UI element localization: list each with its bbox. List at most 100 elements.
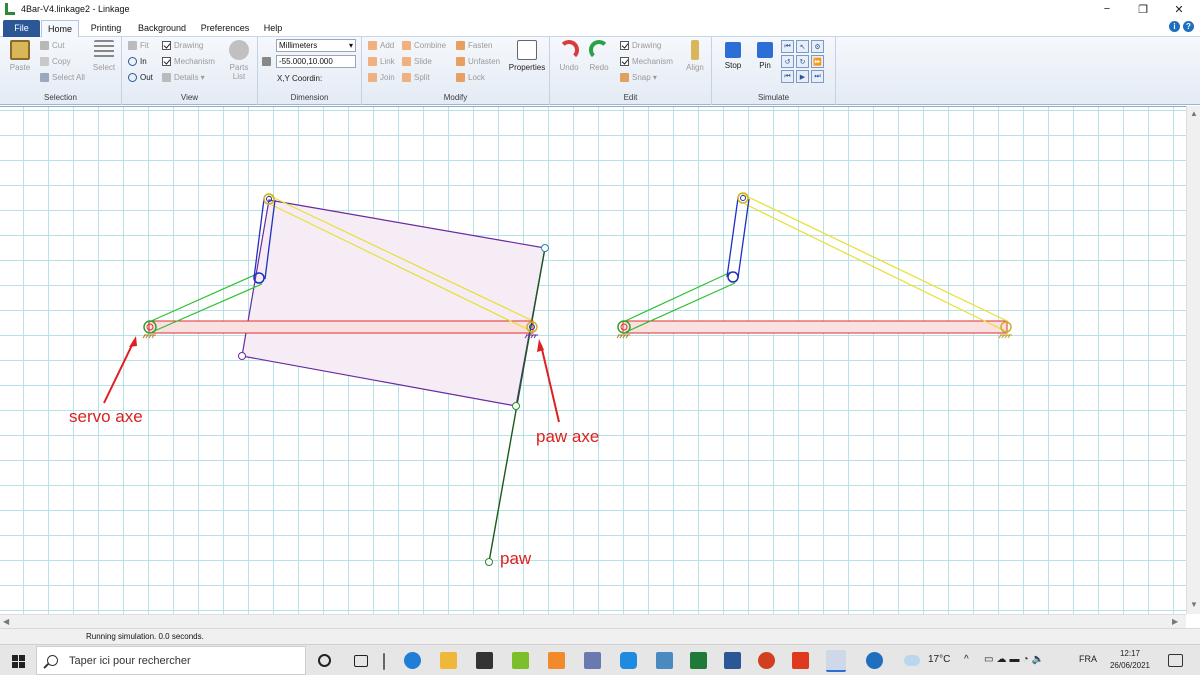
coupler-link-copy[interactable] [741,193,1008,332]
pin-button[interactable]: Pin [752,40,778,70]
keyboard-language[interactable]: FRA [1079,654,1097,664]
split-button[interactable]: Split [402,73,430,82]
taskbar-clock[interactable]: 12:17 26/06/2021 [1105,648,1155,672]
fasten-button[interactable]: Fasten [456,41,492,50]
tab-printing[interactable]: Printing [86,20,126,37]
plate-corner-joint[interactable] [238,352,246,360]
windows-start-icon[interactable] [12,655,25,668]
link-button[interactable]: Link [368,57,395,66]
tab-preferences[interactable]: Preferences [198,20,252,37]
scroll-up-icon[interactable]: ▲ [1190,109,1198,118]
powerpoint-icon[interactable] [758,652,775,669]
question-icon[interactable]: ? [1183,21,1194,32]
sim-reset-icon[interactable]: ↺ [781,55,794,68]
weather-icon [904,655,920,666]
store-icon[interactable] [476,652,493,669]
word-icon[interactable] [724,652,741,669]
cut-button[interactable]: Cut [40,41,64,50]
snap-icon [620,73,629,82]
office-icon[interactable] [792,652,809,669]
select-button[interactable]: Select [90,40,118,72]
align-button[interactable]: Align [682,40,708,72]
unit-select[interactable]: Millimeters [276,39,356,52]
plate-corner-joint[interactable] [512,402,520,410]
vertical-scrollbar[interactable]: ▲ ▼ [1186,106,1200,614]
app-icon-tools[interactable] [584,652,601,669]
sim-repeat-icon[interactable]: ↻ [796,55,809,68]
status-bar: Running simulation. 0.0 seconds. [0,628,1200,644]
scroll-down-icon[interactable]: ▼ [1190,600,1198,609]
crank-rocker-joint-copy[interactable] [727,271,739,283]
view-drawing-checkbox[interactable]: Drawing [162,41,203,50]
app-icon-orange[interactable] [548,652,565,669]
help-taskbar-icon[interactable] [866,652,883,669]
plate-body[interactable] [241,199,546,407]
join-button[interactable]: Join [368,73,395,82]
edit-mechanism-checkbox[interactable]: Mechanism [620,57,673,66]
weather-temperature[interactable]: 17°C [928,654,950,665]
linkage-taskbar-icon[interactable] [826,650,846,672]
minimize-button[interactable]: − [1090,0,1124,18]
undo-button[interactable]: Undo [556,40,582,72]
task-view-icon[interactable] [354,655,368,667]
slide-button[interactable]: Slide [402,57,432,66]
tray-system-icons[interactable]: ▭☁▬◔🔈 [984,654,1047,665]
scroll-left-icon[interactable]: ◀ [3,617,9,626]
window-title: 4Bar-V4.linkage2 - Linkage [21,4,130,14]
sim-play-icon[interactable]: ▶ [796,70,809,83]
restore-button[interactable]: ❐ [1126,0,1160,18]
close-button[interactable]: ✕ [1162,0,1196,18]
app-icon-green[interactable] [512,652,529,669]
select-all-button[interactable]: Select All [40,73,85,82]
mechanism-canvas[interactable]: servo axe paw axe paw [0,106,1186,614]
sim-cursor-icon[interactable]: ↖ [796,40,809,53]
add-button[interactable]: Add [368,41,394,50]
ground-link-copy[interactable] [622,320,1008,334]
taskbar-search-box[interactable]: Taper ici pour rechercher [36,646,306,675]
plate-corner-joint[interactable] [541,244,549,252]
sim-first-frame-icon[interactable]: ⏮ [781,70,794,83]
details-dropdown[interactable]: Details ▾ [162,73,205,82]
excel-icon[interactable] [690,652,707,669]
notification-icon[interactable] [1168,654,1183,667]
rocker-link-copy[interactable] [726,197,750,279]
info-icon[interactable]: i [1169,21,1180,32]
horizontal-scrollbar[interactable]: ◀ ▶ [0,614,1186,628]
sim-options-icon[interactable]: ⚙ [811,40,824,53]
edit-drawing-checkbox[interactable]: Drawing [620,41,661,50]
combine-button[interactable]: Combine [402,41,446,50]
sim-step-back-icon[interactable]: ⏮ [781,40,794,53]
sim-fast-forward-icon[interactable]: ⏩ [811,55,824,68]
tab-help[interactable]: Help [260,20,286,37]
sim-last-frame-icon[interactable]: ⏭ [811,70,824,83]
view-mechanism-checkbox[interactable]: Mechanism [162,57,215,66]
copy-button[interactable]: Copy [40,57,71,66]
tab-home[interactable]: Home [41,20,79,37]
right-mechanism [616,192,1012,339]
app-icon-pen[interactable] [656,652,673,669]
cortana-icon[interactable] [318,654,331,667]
stop-button[interactable]: Stop [720,40,746,70]
snap-dropdown[interactable]: Snap ▾ [620,73,657,82]
zoom-in-button[interactable]: In [128,57,147,66]
edge-browser-icon[interactable] [404,652,421,669]
redo-button[interactable]: Redo [586,40,612,72]
unfasten-button[interactable]: Unfasten [456,57,500,66]
parts-list-button[interactable]: Parts List [224,40,254,81]
paw-tip-joint[interactable] [485,558,493,566]
tab-background[interactable]: Background [134,20,190,37]
file-explorer-icon[interactable] [440,652,457,669]
fit-button[interactable]: Fit [128,41,149,50]
coordinate-input[interactable]: -55.000,10.000 [276,55,356,68]
paste-button[interactable]: Paste [6,40,34,72]
add-icon [368,41,377,50]
app-icon-blue[interactable] [620,652,637,669]
properties-button[interactable]: Properties [506,40,548,72]
tab-file[interactable]: File [3,20,40,37]
zoom-out-button[interactable]: Out [128,73,153,82]
ground-link[interactable] [148,320,534,334]
scroll-right-icon[interactable]: ▶ [1172,617,1178,626]
tray-overflow-icon[interactable]: ^ [964,654,969,665]
lock-icon [456,73,465,82]
lock-button[interactable]: Lock [456,73,485,82]
